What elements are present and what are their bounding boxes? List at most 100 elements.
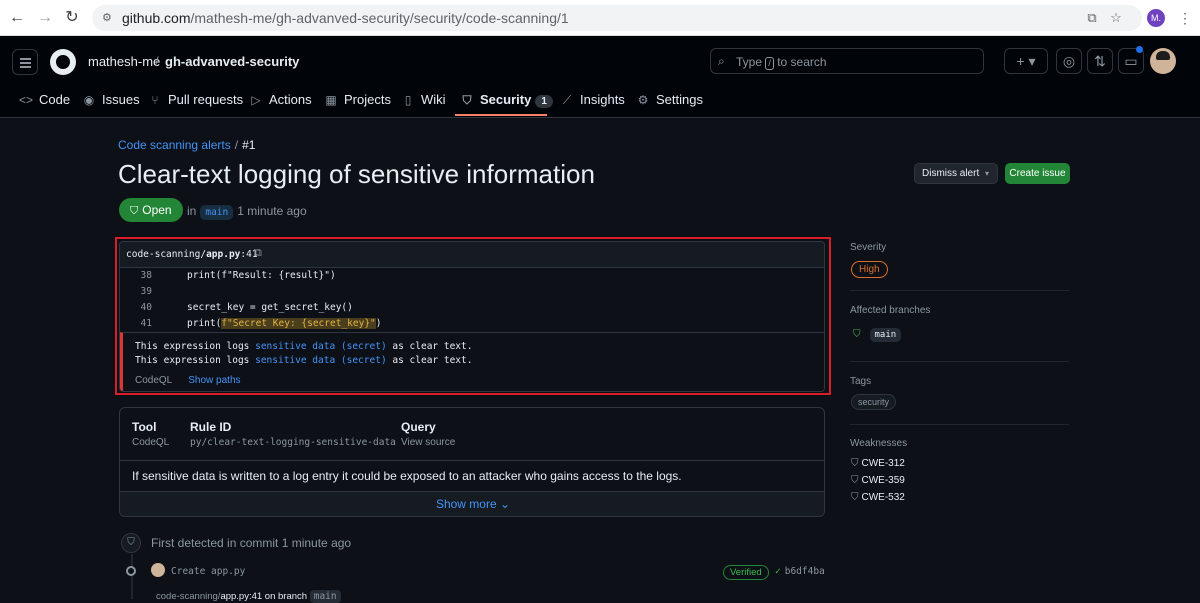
commit-dot-icon <box>126 566 136 576</box>
play-icon: ▷ <box>251 93 261 107</box>
divider <box>850 424 1069 425</box>
table-icon: ▦ <box>325 93 337 107</box>
repo-link[interactable]: gh-advanved-security <box>165 54 299 69</box>
tab-wiki[interactable]: ▯ Wiki <box>400 92 446 107</box>
view-source-link[interactable]: View source <box>401 437 455 448</box>
issue-icon: ◉ <box>83 93 95 107</box>
create-issue-button[interactable]: Create issue <box>1005 163 1070 184</box>
chevron-down-icon: ⌄ <box>499 497 511 511</box>
code-icon: <> <box>18 93 33 107</box>
first-detected-text: First detected in commit 1 minute ago <box>151 536 352 550</box>
flagged-expression: f"Secret Key: {secret_key}" <box>221 318 376 329</box>
copy-icon[interactable]: ⧉ <box>254 247 262 260</box>
shield-icon: ⛉ <box>851 492 859 503</box>
tab-code[interactable]: <> Code <box>18 92 70 107</box>
weakness-item[interactable]: ⛉ CWE-359 <box>851 475 905 486</box>
issues-icon[interactable]: ◎ <box>1056 48 1082 74</box>
browser-menu-icon[interactable]: ⋮ <box>1178 9 1192 27</box>
divider <box>850 290 1069 291</box>
menu-icon[interactable] <box>12 49 38 75</box>
show-paths-link[interactable]: Show paths <box>188 375 240 386</box>
browser-profile-avatar[interactable]: M. <box>1147 9 1165 27</box>
shield-check-icon: ⛉ <box>853 329 861 340</box>
tab-actions[interactable]: ▷ Actions <box>248 92 311 107</box>
site-info-icon[interactable]: ⚙ <box>102 11 116 25</box>
chevron-down-icon: ▾ <box>985 169 990 178</box>
sensitive-data-link[interactable]: sensitive data (secret) <box>255 355 387 366</box>
pull-request-icon: ⑂ <box>151 93 159 107</box>
commit-author-avatar[interactable] <box>151 563 165 577</box>
code-line-highlighted: 41 print(f"Secret Key: {secret_key}") <box>140 318 382 329</box>
search-input[interactable]: ⌕ Type / to search <box>710 48 984 74</box>
sensitive-data-link[interactable]: sensitive data (secret) <box>255 341 387 352</box>
code-snippet: code-scanning/app.py:41 ⧉ 38 print(f"Resu… <box>119 241 825 392</box>
tool-column: Tool CodeQL <box>132 420 170 448</box>
query-column: Query View source <box>401 420 456 448</box>
bookmark-star-icon[interactable]: ☆ <box>1108 10 1124 26</box>
divider <box>850 361 1069 362</box>
tag-label[interactable]: security <box>851 394 897 410</box>
commit-sha-link[interactable]: ✓ b6df4ba <box>775 566 825 577</box>
graph-icon: ⟋ <box>562 93 572 107</box>
branch-label[interactable]: main <box>200 205 234 220</box>
security-count-badge: 1 <box>535 95 553 108</box>
search-placeholder: Type / to search <box>736 55 827 70</box>
shield-icon: ⛉ <box>121 533 141 553</box>
tab-issues[interactable]: ◉ Issues <box>81 92 140 107</box>
tab-projects[interactable]: ▦ Projects <box>323 92 391 107</box>
tags-heading: Tags <box>850 376 872 387</box>
code-line: 40 secret_key = get_secret_key() <box>140 302 353 313</box>
weakness-item[interactable]: ⛉ CWE-312 <box>851 458 905 469</box>
install-app-icon[interactable]: ⧉ <box>1084 10 1100 26</box>
back-icon[interactable]: ← <box>8 9 26 27</box>
tab-pull-requests[interactable]: ⑂ Pull requests <box>147 92 243 107</box>
divider <box>120 460 824 461</box>
gear-icon: ⚙ <box>637 93 649 107</box>
forward-icon[interactable]: → <box>36 9 54 27</box>
code-lines: 38 print(f"Result: {result}") 39 40 secret… <box>120 268 824 332</box>
affected-branches-heading: Affected branches <box>850 305 931 316</box>
weakness-item[interactable]: ⛉ CWE-532 <box>851 492 905 503</box>
user-avatar[interactable] <box>1150 48 1176 74</box>
breadcrumb: Code scanning alerts / #1 <box>118 138 256 152</box>
tab-insights[interactable]: ⟋ Insights <box>559 92 625 108</box>
tab-settings[interactable]: ⚙ Settings <box>635 92 703 107</box>
shield-icon: ⛉ <box>851 458 859 469</box>
affected-branch: ⛉ main <box>853 328 902 342</box>
code-file-header: code-scanning/app.py:41 ⧉ <box>120 242 824 268</box>
reload-icon[interactable]: ↻ <box>63 9 81 27</box>
search-icon: ⌕ <box>718 54 725 68</box>
alert-message: This expression logs sensitive data (sec… <box>120 332 824 391</box>
github-logo-icon[interactable] <box>50 49 76 75</box>
book-icon: ▯ <box>404 93 412 107</box>
create-new-button[interactable]: + ▾ <box>1004 48 1048 74</box>
severity-badge: High <box>851 261 888 278</box>
owner-link[interactable]: mathesh-me <box>88 54 160 69</box>
verified-badge[interactable]: Verified <box>723 565 769 580</box>
branch-label[interactable]: main <box>869 328 902 342</box>
active-tab-indicator <box>455 114 547 116</box>
code-line: 38 print(f"Result: {result}") <box>140 270 336 281</box>
alert-message-line: This expression logs sensitive data (sec… <box>135 341 473 352</box>
browser-chrome: ← → ↻ ⚙ github.com/mathesh-me/gh-advanve… <box>0 0 1200 36</box>
rule-description: If sensitive data is written to a log en… <box>132 469 682 483</box>
file-path-link[interactable]: code-scanning/app.py:41 <box>126 249 258 260</box>
url-text[interactable]: github.com/mathesh-me/gh-advanved-securi… <box>122 10 569 26</box>
commit-message-link[interactable]: Create app.py <box>171 566 245 577</box>
code-line: 39 <box>140 286 152 297</box>
show-more-button[interactable]: Show more ⌄ <box>120 497 824 511</box>
address-bar[interactable]: ⚙ github.com/mathesh-me/gh-advanved-secu… <box>92 5 1142 31</box>
alert-meta: in main 1 minute ago <box>187 204 307 220</box>
pull-requests-icon[interactable]: ⇅ <box>1087 48 1113 74</box>
dismiss-alert-button[interactable]: Dismiss alert ▾ <box>914 163 998 184</box>
shield-icon: ⛉ <box>462 93 472 107</box>
severity-heading: Severity <box>850 242 887 253</box>
repo-header: mathesh-me / gh-advanved-security ⌕ Type… <box>0 36 1200 118</box>
timeline-line <box>131 554 133 599</box>
status-badge: ⛉ Open <box>119 198 183 222</box>
tab-security[interactable]: ⛉ Security 1 <box>459 92 553 108</box>
shield-icon: ⛉ <box>851 475 859 486</box>
weaknesses-heading: Weaknesses <box>850 438 908 449</box>
code-scanning-alerts-link[interactable]: Code scanning alerts <box>118 138 231 152</box>
show-more-bar: Show more ⌄ <box>120 492 824 516</box>
